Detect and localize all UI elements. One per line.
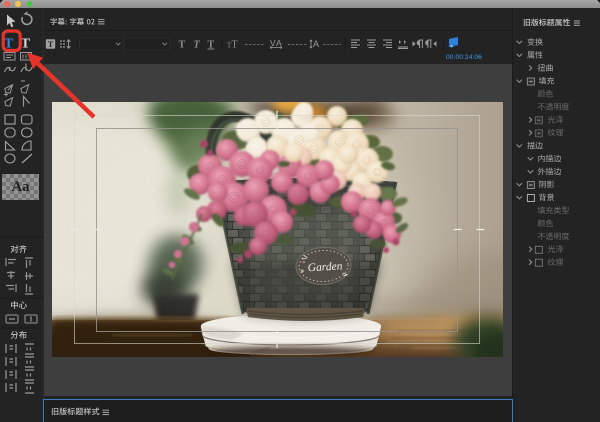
svg-text:A: A bbox=[313, 39, 319, 49]
svg-text:T: T bbox=[232, 40, 238, 51]
